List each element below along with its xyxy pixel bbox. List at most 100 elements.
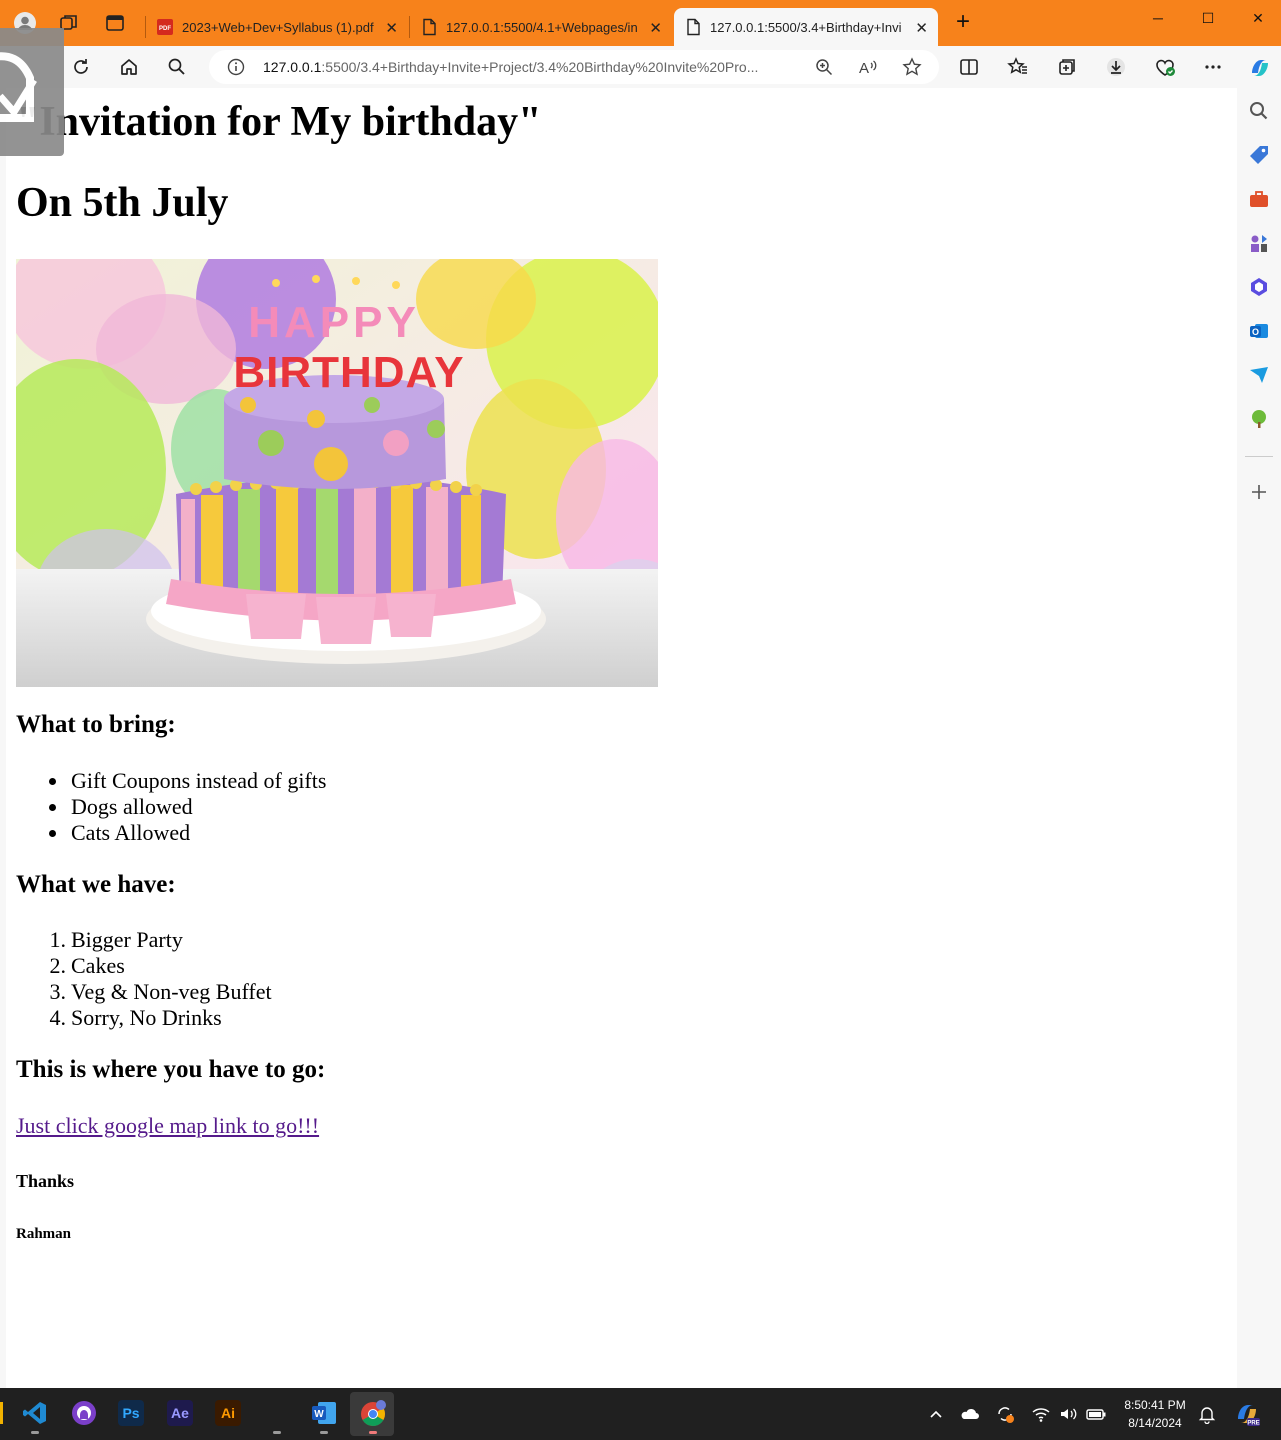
google-map-link[interactable]: Just click google map link to go!!! <box>16 1113 319 1139</box>
svg-text:O: O <box>1252 327 1259 337</box>
thanks-text: Thanks <box>16 1171 75 1191</box>
after-effects-icon[interactable]: Ae <box>167 1400 193 1426</box>
url-text[interactable]: 127.0.0.1:5500/3.4+Birthday+Invite+Proje… <box>263 59 803 75</box>
split-screen-icon[interactable] <box>958 56 980 78</box>
minimize-button[interactable]: ─ <box>1143 10 1173 30</box>
svg-text:A: A <box>859 60 869 77</box>
list-item: Sorry, No Drinks <box>71 1005 222 1030</box>
bullet <box>49 804 56 811</box>
svg-text:PDF: PDF <box>159 26 171 32</box>
tab-actions-icon[interactable] <box>104 12 126 34</box>
collections-icon[interactable] <box>1056 56 1078 78</box>
tab-title: 2023+Web+Dev+Syllabus (1).pdf <box>182 19 374 35</box>
clock-time: 8:50:41 PM <box>1124 1398 1186 1412</box>
photoshop-icon[interactable]: Ps <box>118 1400 144 1426</box>
word-icon[interactable]: W <box>311 1400 337 1426</box>
go-heading: This is where you have to go: <box>16 1056 326 1083</box>
maximize-button[interactable]: ☐ <box>1193 10 1223 30</box>
outlook-icon[interactable]: O <box>1248 320 1270 342</box>
address-bar[interactable]: 127.0.0.1:5500/3.4+Birthday+Invite+Proje… <box>209 50 939 84</box>
bullet <box>49 830 56 837</box>
page-icon <box>420 18 438 36</box>
copilot-icon[interactable] <box>1248 56 1270 78</box>
sidebar-divider <box>1245 456 1273 457</box>
pdf-icon: PDF <box>156 18 174 36</box>
list-number: 3. <box>49 979 67 1004</box>
wifi-icon[interactable] <box>1031 1404 1051 1424</box>
page-title: "Invitation for My birthday" <box>16 99 542 145</box>
add-icon[interactable] <box>1248 481 1270 503</box>
tab-title: 127.0.0.1:5500/3.4+Birthday+Invi <box>710 19 902 35</box>
sync-icon[interactable] <box>995 1404 1015 1424</box>
close-window-button[interactable]: ✕ <box>1243 10 1273 30</box>
list-item: Cakes <box>71 953 125 978</box>
illustrator-icon[interactable]: Ai <box>215 1400 241 1426</box>
edge-sidebar: O <box>1237 88 1281 1388</box>
browser-essentials-icon[interactable] <box>1154 56 1176 78</box>
running-indicator <box>369 1431 377 1434</box>
star-icon[interactable] <box>902 57 922 82</box>
birthday-cake-image: HAPPY BIRTHDAY <box>16 259 658 687</box>
zoom-icon[interactable] <box>814 57 834 82</box>
list-item: Cats Allowed <box>71 820 191 845</box>
refresh-icon[interactable] <box>70 56 92 78</box>
bullet <box>49 778 56 785</box>
site-info-icon[interactable] <box>227 58 245 81</box>
vscode-icon[interactable] <box>22 1400 48 1426</box>
url-path: :5500/3.4+Birthday+Invite+Project/3.4%20… <box>321 59 759 75</box>
search-icon[interactable] <box>1248 100 1270 122</box>
tab-birthday-invite[interactable]: 127.0.0.1:5500/3.4+Birthday+Invi ✕ <box>674 8 938 46</box>
running-indicator <box>273 1431 281 1434</box>
list-number: 4. <box>49 1005 67 1030</box>
list-item: Veg & Non-veg Buffet <box>71 979 272 1004</box>
home-icon[interactable] <box>118 56 140 78</box>
more-options-icon[interactable] <box>1202 56 1224 78</box>
download-arrow-icon <box>0 52 37 122</box>
search-icon[interactable] <box>166 56 188 78</box>
favorites-icon[interactable] <box>1007 56 1029 78</box>
close-icon[interactable]: ✕ <box>915 19 928 37</box>
shopping-tag-icon[interactable] <box>1248 144 1270 166</box>
download-overlay[interactable] <box>0 28 64 156</box>
list-number: 2. <box>49 953 67 978</box>
have-heading: What we have: <box>16 871 176 898</box>
new-tab-button[interactable]: + <box>948 8 978 35</box>
github-desktop-icon[interactable] <box>71 1400 97 1426</box>
tab-syllabus-pdf[interactable]: PDF 2023+Web+Dev+Syllabus (1).pdf ✕ <box>146 8 408 46</box>
copilot-preview-icon[interactable]: PRE <box>1234 1401 1260 1427</box>
tree-icon[interactable] <box>1248 408 1270 430</box>
signature-text: Rahman <box>16 1226 72 1242</box>
list-item: Gift Coupons instead of gifts <box>71 768 327 793</box>
downloads-icon[interactable] <box>1105 56 1127 78</box>
svg-text:HAPPY: HAPPY <box>248 298 420 347</box>
svg-text:W: W <box>314 1409 324 1420</box>
date-heading: On 5th July <box>16 180 229 226</box>
list-item: Bigger Party <box>71 927 183 952</box>
tab-webpages[interactable]: 127.0.0.1:5500/4.1+Webpages/in ✕ <box>410 8 672 46</box>
chevron-up-icon[interactable] <box>926 1404 946 1424</box>
microsoft-365-icon[interactable] <box>1248 276 1270 298</box>
url-host: 127.0.0.1 <box>263 59 322 75</box>
send-icon[interactable] <box>1248 364 1270 386</box>
close-icon[interactable]: ✕ <box>385 19 398 37</box>
windows-taskbar: Ps Ae Ai W 8:50:41 PM 8/14/2024 PRE <box>0 1388 1281 1440</box>
list-item: Dogs allowed <box>71 794 193 819</box>
web-page-viewport: "Invitation for My birthday" On 5th July <box>6 88 1237 1388</box>
taskbar-edge-indicator <box>0 1402 3 1424</box>
bring-heading: What to bring: <box>16 711 176 738</box>
onedrive-icon[interactable] <box>960 1404 980 1424</box>
battery-icon[interactable] <box>1085 1404 1106 1424</box>
close-icon[interactable]: ✕ <box>649 19 662 37</box>
read-aloud-icon[interactable]: A <box>858 57 878 82</box>
chrome-icon[interactable] <box>359 1400 386 1426</box>
volume-icon[interactable] <box>1058 1404 1078 1424</box>
tab-title: 127.0.0.1:5500/4.1+Webpages/in <box>446 19 638 35</box>
system-clock[interactable]: 8:50:41 PM 8/14/2024 <box>1112 1396 1198 1432</box>
running-indicator <box>320 1431 328 1434</box>
tools-icon[interactable] <box>1248 188 1270 210</box>
notification-bell-icon[interactable] <box>1197 1404 1217 1425</box>
svg-text:BIRTHDAY: BIRTHDAY <box>233 348 464 397</box>
games-icon[interactable] <box>1248 232 1270 254</box>
clock-date: 8/14/2024 <box>1128 1416 1182 1430</box>
running-indicator <box>31 1431 39 1434</box>
